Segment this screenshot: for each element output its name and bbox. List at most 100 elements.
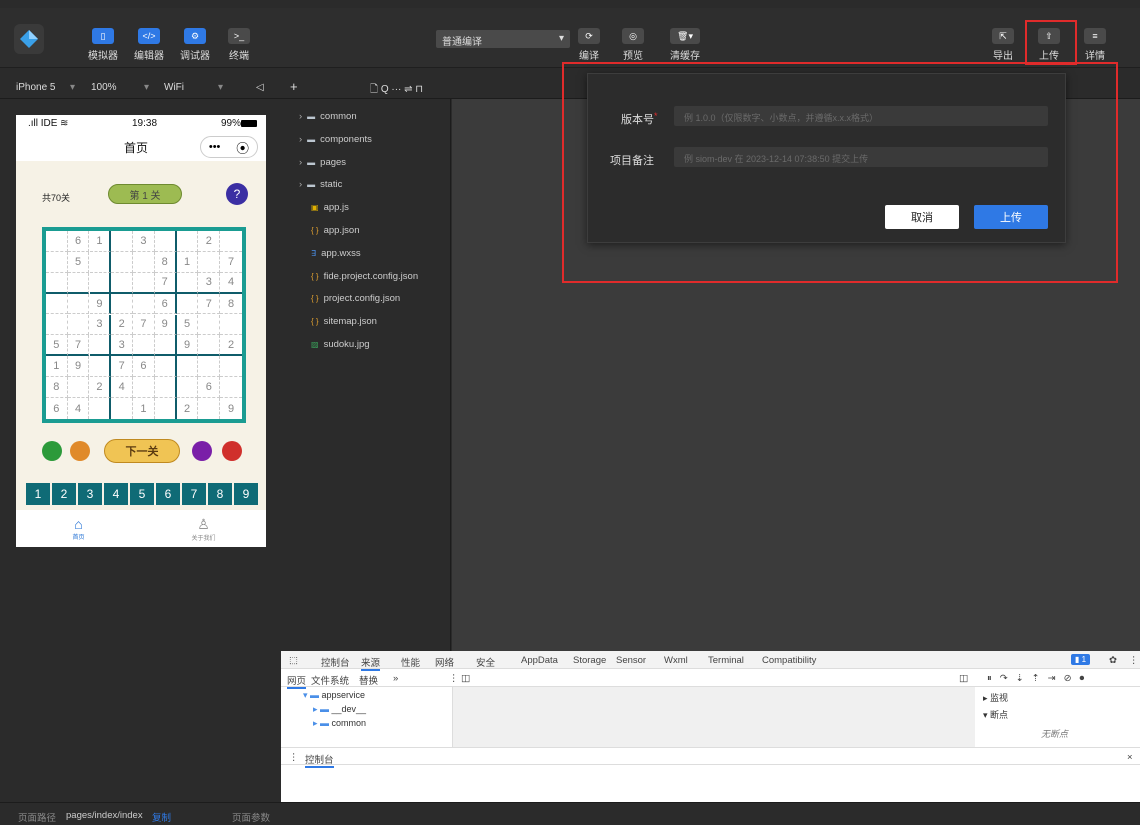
tree-item[interactable]: { } project.config.json <box>311 293 400 304</box>
sudoku-cell[interactable] <box>176 272 199 294</box>
sudoku-cell[interactable] <box>198 356 221 378</box>
erase-round-button[interactable] <box>222 441 242 461</box>
number-key[interactable]: 2 <box>52 483 76 505</box>
devtools-tab[interactable]: 网络 <box>435 655 454 669</box>
inspect-icon[interactable]: ⬚ <box>289 655 298 666</box>
capsule-menu[interactable]: ••• ⦿ <box>200 136 258 158</box>
sudoku-cell[interactable]: 1 <box>176 251 199 273</box>
toggle-debugger-icon[interactable]: ◫ <box>959 673 968 684</box>
tree-tools[interactable]: 🗋 Q ··· ⇌ ⊓ <box>370 82 423 99</box>
sudoku-cell[interactable]: 2 <box>111 314 134 336</box>
sudoku-cell[interactable]: 6 <box>133 356 155 378</box>
settings-icon[interactable]: ✿ <box>1109 655 1117 666</box>
sudoku-cell[interactable]: 6 <box>154 293 177 315</box>
sudoku-cell[interactable] <box>133 293 155 315</box>
sudoku-cell[interactable]: 3 <box>89 314 112 336</box>
sudoku-cell[interactable]: 2 <box>177 398 199 419</box>
sudoku-cell[interactable] <box>46 272 68 294</box>
tab-home[interactable]: ⌂ 首页 <box>16 510 141 547</box>
tree-item[interactable]: { } fide.project.config.json <box>311 271 418 282</box>
number-key[interactable]: 8 <box>208 483 232 505</box>
source-tree-item[interactable]: ▸ ▬ __dev__ <box>313 704 366 715</box>
sudoku-cell[interactable]: 8 <box>220 294 242 315</box>
number-key[interactable]: 3 <box>78 483 102 505</box>
sudoku-cell[interactable]: 7 <box>111 356 134 378</box>
sudoku-cell[interactable] <box>67 293 90 315</box>
details-button[interactable]: ≡ 详情 <box>1084 28 1106 62</box>
sudoku-cell[interactable] <box>198 314 221 336</box>
sudoku-cell[interactable] <box>133 335 155 357</box>
hint-round-button[interactable] <box>70 441 90 461</box>
sudoku-cell[interactable]: 7 <box>220 252 242 273</box>
devtools-tab[interactable]: Sensor <box>616 655 646 666</box>
debugger-controls[interactable]: ⏸↷⇣⇡⇥⊘⏺ <box>987 673 1092 684</box>
sudoku-cell[interactable]: 3 <box>111 335 134 357</box>
sudoku-cell[interactable]: 6 <box>46 398 68 419</box>
sudoku-cell[interactable] <box>176 231 199 252</box>
tree-item[interactable]: › ▬ common <box>299 111 357 122</box>
sudoku-cell[interactable] <box>90 398 112 419</box>
sudoku-cell[interactable]: 3 <box>198 272 221 294</box>
sudoku-cell[interactable] <box>133 251 155 273</box>
drawer-console-tab[interactable]: 控制台 <box>305 752 334 768</box>
sudoku-cell[interactable]: 1 <box>46 356 68 378</box>
sources-subtab[interactable]: » <box>393 673 398 684</box>
undo-round-button[interactable] <box>192 441 212 461</box>
device-select[interactable]: iPhone 5 <box>16 82 55 93</box>
editor-button[interactable]: </> 编辑器 <box>134 28 164 62</box>
number-key[interactable]: 1 <box>26 483 50 505</box>
sudoku-cell[interactable]: 1 <box>133 398 155 419</box>
tree-item[interactable]: ∃ app.wxss <box>311 248 361 259</box>
sudoku-cell[interactable] <box>154 377 177 399</box>
sudoku-cell[interactable]: 4 <box>68 398 90 419</box>
page-params-button[interactable]: 页面参数 <box>232 810 270 824</box>
sudoku-cell[interactable] <box>198 251 221 273</box>
copy-link[interactable]: 复制 <box>152 810 171 824</box>
sudoku-cell[interactable]: 9 <box>154 314 177 336</box>
sudoku-cell[interactable] <box>155 398 177 419</box>
sudoku-cell[interactable]: 5 <box>46 335 68 357</box>
devtools-tab[interactable]: Compatibility <box>762 655 816 666</box>
help-button[interactable]: ? <box>226 183 248 205</box>
clear-cache-button[interactable]: 🗑▾ 清缓存 <box>670 28 700 62</box>
sudoku-cell[interactable] <box>111 251 134 273</box>
sudoku-cell[interactable]: 7 <box>133 314 155 336</box>
sudoku-cell[interactable]: 5 <box>176 314 199 336</box>
sudoku-cell[interactable]: 6 <box>198 377 221 399</box>
sudoku-cell[interactable]: 6 <box>67 231 90 252</box>
sudoku-cell[interactable]: 7 <box>154 272 177 294</box>
tree-item[interactable]: › ▬ static <box>299 179 342 190</box>
tree-item[interactable]: { } sitemap.json <box>311 316 377 327</box>
tree-item[interactable]: › ▬ pages <box>299 157 346 168</box>
sudoku-cell[interactable] <box>89 272 112 294</box>
sudoku-cell[interactable] <box>111 293 134 315</box>
devtools-tab[interactable]: AppData <box>521 655 558 666</box>
sudoku-cell[interactable] <box>220 231 242 252</box>
breakpoints-section[interactable]: ▾ 断点 <box>983 708 1008 721</box>
preview-button[interactable]: ◎ 预览 <box>622 28 644 62</box>
tree-item[interactable]: ▨ sudoku.jpg <box>311 339 370 350</box>
zoom-select[interactable]: 100% <box>91 82 117 93</box>
sources-subtab[interactable]: 文件系统 <box>311 673 349 687</box>
tree-item[interactable]: ▣ app.js <box>311 202 349 213</box>
sudoku-cell[interactable] <box>111 272 134 294</box>
terminal-button[interactable]: >_ 终端 <box>228 28 250 62</box>
sudoku-cell[interactable] <box>89 251 112 273</box>
source-tree-item[interactable]: ▾ ▬ appservice <box>303 690 365 701</box>
sudoku-cell[interactable] <box>176 356 199 378</box>
sudoku-cell[interactable]: 1 <box>89 231 112 252</box>
sudoku-cell[interactable] <box>67 272 90 294</box>
add-file-button[interactable]: + <box>290 79 298 94</box>
number-key[interactable]: 5 <box>130 483 154 505</box>
number-key[interactable]: 7 <box>182 483 206 505</box>
sudoku-cell[interactable]: 9 <box>67 356 90 378</box>
devtools-tab[interactable]: 控制台 <box>321 655 350 669</box>
devtools-tab[interactable]: Storage <box>573 655 606 666</box>
sudoku-cell[interactable]: 2 <box>198 231 221 252</box>
sudoku-cell[interactable] <box>154 335 177 357</box>
sudoku-cell[interactable]: 9 <box>220 398 242 419</box>
compile-mode-select[interactable]: 普通编译 ▾ <box>436 30 570 48</box>
sudoku-cell[interactable] <box>111 231 134 252</box>
sudoku-cell[interactable] <box>220 377 242 399</box>
sudoku-cell[interactable] <box>89 356 112 378</box>
